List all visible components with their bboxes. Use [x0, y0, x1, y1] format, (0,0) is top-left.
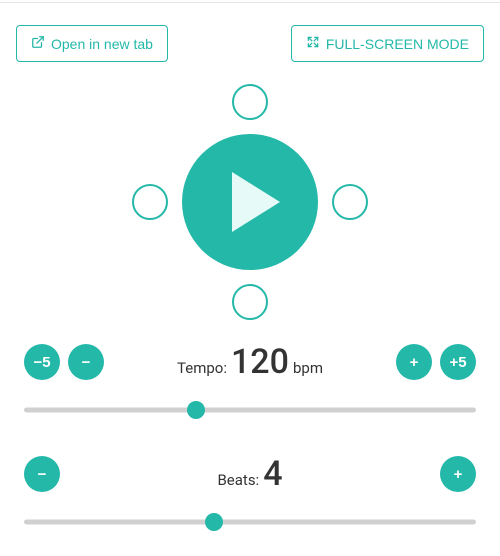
play-icon: [232, 172, 280, 232]
top-bar: Open in new tab FULL-SCREEN MODE: [0, 2, 500, 62]
tempo-slider-track: [24, 408, 476, 413]
external-link-icon: [31, 35, 45, 52]
tempo-suffix: bpm: [293, 359, 323, 377]
beat-dot-1[interactable]: [232, 84, 268, 120]
open-new-tab-label: Open in new tab: [51, 36, 153, 52]
beats-slider[interactable]: [24, 512, 476, 532]
tempo-slider-thumb[interactable]: [187, 401, 205, 419]
fullscreen-button[interactable]: FULL-SCREEN MODE: [291, 25, 484, 62]
tempo-value: 120: [231, 342, 289, 382]
tempo-inc-5-button[interactable]: +5: [440, 344, 476, 380]
tempo-dec-1-button[interactable]: −: [68, 344, 104, 380]
beats-control: − Beats: 4 +: [0, 444, 500, 532]
beats-label: Beats: 4: [217, 454, 282, 494]
tempo-control: −5 − Tempo: 120 bpm + +5: [0, 332, 500, 420]
beats-inc-button[interactable]: +: [440, 456, 476, 492]
beats-value: 4: [263, 454, 282, 494]
tempo-dec-5-button[interactable]: −5: [24, 344, 60, 380]
tempo-slider[interactable]: [24, 400, 476, 420]
tempo-prefix: Tempo:: [177, 359, 227, 377]
beat-dot-2[interactable]: [332, 184, 368, 220]
expand-icon: [306, 35, 320, 52]
fullscreen-label: FULL-SCREEN MODE: [326, 36, 469, 52]
beats-slider-thumb[interactable]: [205, 513, 223, 531]
beat-dot-4[interactable]: [132, 184, 168, 220]
tempo-inc-1-button[interactable]: +: [396, 344, 432, 380]
beats-prefix: Beats:: [217, 471, 259, 489]
metronome-visualizer: [0, 72, 500, 332]
play-button[interactable]: [182, 134, 318, 270]
beats-slider-track: [24, 520, 476, 525]
open-new-tab-button[interactable]: Open in new tab: [16, 25, 168, 62]
tempo-label: Tempo: 120 bpm: [177, 342, 323, 382]
beat-dot-3[interactable]: [232, 284, 268, 320]
beats-dec-button[interactable]: −: [24, 456, 60, 492]
